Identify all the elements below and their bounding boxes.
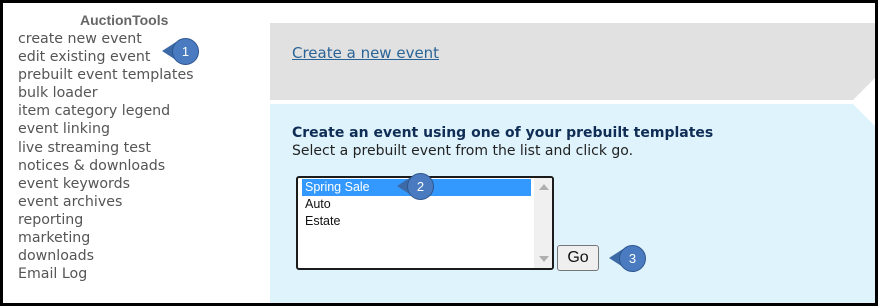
- sidebar-item-event-archives[interactable]: event archives: [18, 193, 268, 211]
- sidebar-title: AuctionTools: [80, 12, 169, 28]
- scroll-up-icon[interactable]: [539, 184, 549, 190]
- prebuilt-templates-panel: Create an event using one of your prebui…: [270, 104, 875, 303]
- template-option-estate[interactable]: Estate: [302, 213, 340, 230]
- sidebar-item-event-linking[interactable]: event linking: [18, 120, 268, 138]
- templates-heading: Create an event using one of your prebui…: [292, 125, 714, 141]
- sidebar-item-notices-downloads[interactable]: notices & downloads: [18, 157, 268, 175]
- sidebar-item-prebuilt-event-templates[interactable]: prebuilt event templates: [18, 66, 268, 84]
- sidebar-menu: create new event edit existing event pre…: [18, 30, 268, 283]
- create-new-event-link[interactable]: Create a new event: [292, 44, 439, 62]
- sidebar-item-item-category-legend[interactable]: item category legend: [18, 102, 268, 120]
- callout-number: 2: [407, 173, 434, 200]
- listbox-scrollbar[interactable]: [534, 178, 552, 268]
- create-event-panel: Create a new event: [270, 23, 875, 100]
- sidebar-item-create-new-event[interactable]: create new event: [18, 30, 268, 48]
- go-button[interactable]: Go: [557, 245, 599, 271]
- sidebar-item-reporting[interactable]: reporting: [18, 211, 268, 229]
- templates-instruction: Select a prebuilt event from the list an…: [292, 143, 634, 159]
- panel-corner: [853, 78, 875, 100]
- sidebar-item-event-keywords[interactable]: event keywords: [18, 175, 268, 193]
- callout-number: 1: [172, 38, 199, 65]
- callout-number: 3: [619, 245, 646, 272]
- sidebar: AuctionTools create new event edit exist…: [18, 11, 268, 283]
- sidebar-item-edit-existing-event[interactable]: edit existing event: [18, 48, 268, 66]
- panel-corner: [853, 104, 875, 126]
- sidebar-item-downloads[interactable]: downloads: [18, 247, 268, 265]
- scroll-down-icon[interactable]: [539, 256, 549, 262]
- sidebar-item-live-streaming-test[interactable]: live streaming test: [18, 139, 268, 157]
- sidebar-item-marketing[interactable]: marketing: [18, 229, 268, 247]
- screenshot-frame: AuctionTools create new event edit exist…: [0, 0, 878, 306]
- sidebar-item-email-log[interactable]: Email Log: [18, 265, 268, 283]
- sidebar-item-bulk-loader[interactable]: bulk loader: [18, 84, 268, 102]
- template-option-auto[interactable]: Auto: [302, 196, 331, 213]
